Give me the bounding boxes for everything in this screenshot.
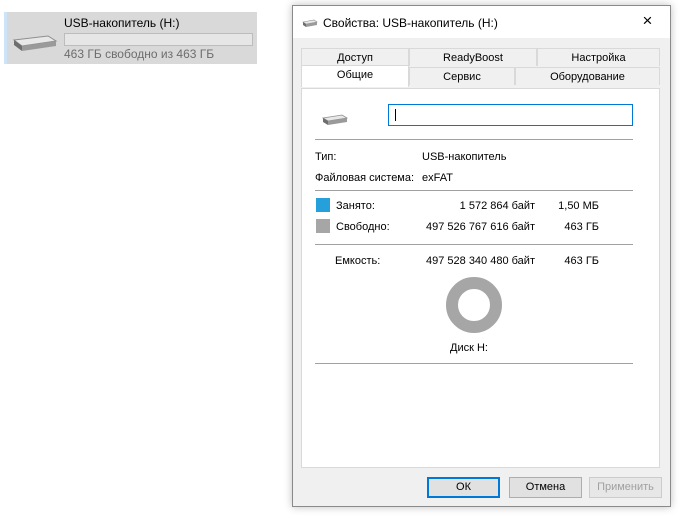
free-label: Свободно:	[336, 221, 390, 233]
separator	[315, 244, 633, 245]
disk-label: Диск H:	[450, 342, 488, 354]
properties-dialog: Свойства: USB-накопитель (H:) × Доступ R…	[292, 5, 671, 507]
used-color-swatch	[316, 198, 330, 212]
tab-tools[interactable]: Сервис	[409, 67, 515, 85]
usb-drive-small-icon	[302, 18, 318, 31]
general-panel: Тип: USB-накопитель Файловая система: ex…	[301, 88, 660, 468]
separator	[315, 363, 633, 364]
free-size: 463 ГБ	[564, 221, 599, 233]
separator	[315, 190, 633, 191]
tab-customize[interactable]: Настройка	[537, 48, 660, 66]
filesystem-value: exFAT	[422, 172, 453, 184]
used-size: 1,50 МБ	[558, 200, 599, 212]
drive-name: USB-накопитель (H:)	[64, 16, 180, 30]
usb-drive-icon	[12, 32, 58, 57]
ok-button[interactable]: ОК	[427, 477, 500, 498]
disk-usage-donut	[444, 275, 504, 338]
used-label: Занято:	[336, 200, 375, 212]
close-icon[interactable]: ×	[625, 6, 670, 38]
drive-tile-h[interactable]: USB-накопитель (H:) 463 ГБ свободно из 4…	[4, 12, 257, 64]
type-label: Тип:	[315, 151, 337, 163]
drive-free-info: 463 ГБ свободно из 463 ГБ	[64, 47, 215, 61]
tab-general[interactable]: Общие	[301, 65, 409, 87]
capacity-label: Емкость:	[335, 255, 381, 267]
filesystem-label: Файловая система:	[315, 172, 415, 184]
tab-readyboost[interactable]: ReadyBoost	[409, 48, 537, 66]
type-value: USB-накопитель	[422, 151, 507, 163]
free-color-swatch	[316, 219, 330, 233]
capacity-bytes: 497 528 340 480 байт	[426, 255, 535, 267]
tab-access[interactable]: Доступ	[301, 48, 409, 66]
dialog-title: Свойства: USB-накопитель (H:)	[323, 16, 498, 30]
apply-button[interactable]: Применить	[589, 477, 662, 498]
drive-usage-bar	[64, 33, 253, 46]
volume-label-input[interactable]	[388, 104, 633, 126]
selection-accent	[4, 12, 7, 64]
used-bytes: 1 572 864 байт	[459, 200, 535, 212]
free-bytes: 497 526 767 616 байт	[426, 221, 535, 233]
title-bar[interactable]: Свойства: USB-накопитель (H:) ×	[293, 6, 670, 38]
separator	[315, 139, 633, 140]
text-caret	[395, 109, 396, 121]
usb-drive-icon	[321, 113, 349, 130]
cancel-button[interactable]: Отмена	[509, 477, 582, 498]
tab-hardware[interactable]: Оборудование	[515, 67, 660, 85]
capacity-size: 463 ГБ	[564, 255, 599, 267]
